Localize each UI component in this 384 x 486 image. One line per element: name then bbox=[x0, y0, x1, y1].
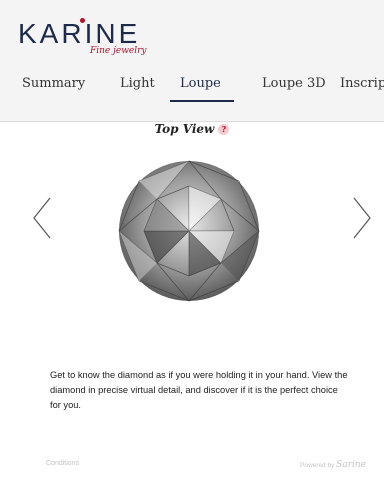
tab-loupe[interactable]: Loupe bbox=[180, 76, 221, 91]
brand-logo[interactable]: KARINE Fine jewelry bbox=[18, 18, 147, 56]
powered-by-label: Powered by bbox=[300, 462, 335, 469]
brand-tagline: Fine jewelry bbox=[90, 46, 147, 56]
tab-light[interactable]: Light bbox=[120, 76, 155, 91]
tab-inscription[interactable]: Inscrip bbox=[340, 76, 384, 91]
powered-by-brand: Sarine bbox=[336, 460, 366, 470]
tab-loupe-3d[interactable]: Loupe 3D bbox=[262, 76, 326, 91]
view-title: Top View? bbox=[0, 122, 384, 136]
previous-arrow-icon[interactable] bbox=[30, 196, 56, 240]
active-tab-indicator bbox=[170, 100, 234, 102]
tab-bar: Summary Light Loupe Loupe 3D Inscrip bbox=[0, 70, 384, 104]
view-title-text: Top View bbox=[154, 122, 215, 136]
diamond-description: Get to know the diamond as if you were h… bbox=[50, 370, 348, 410]
tab-summary[interactable]: Summary bbox=[22, 76, 85, 91]
help-icon[interactable]: ? bbox=[218, 124, 230, 135]
next-arrow-icon[interactable] bbox=[348, 196, 374, 240]
brand-name: KARINE bbox=[18, 18, 141, 49]
conditions-link[interactable]: Conditions bbox=[46, 460, 79, 467]
diamond-image[interactable] bbox=[118, 160, 260, 302]
powered-by: Powered by Sarine bbox=[300, 460, 366, 470]
header: KARINE Fine jewelry Summary Light Loupe … bbox=[0, 0, 384, 122]
logo-dot bbox=[80, 18, 85, 23]
